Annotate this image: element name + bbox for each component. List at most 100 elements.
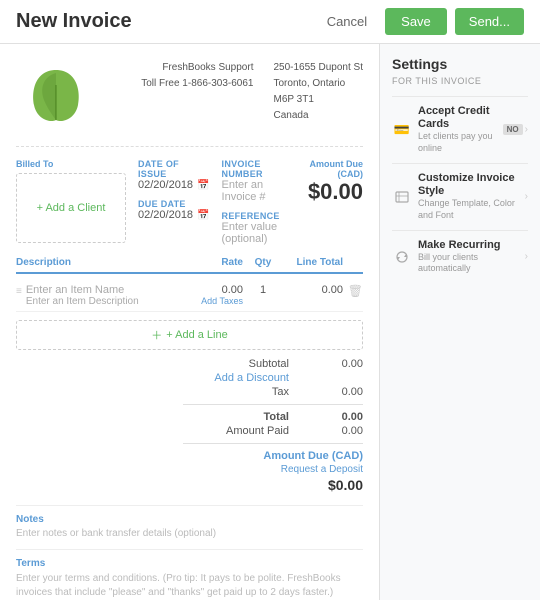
line-items-header: Description Rate Qty Line Total bbox=[16, 257, 363, 274]
header-actions: Cancel Save Send... bbox=[317, 8, 524, 35]
credit-cards-label: Accept Credit Cards bbox=[418, 105, 503, 131]
totals-section: Subtotal 0.00 Add a Discount Tax 0.00 To… bbox=[16, 358, 363, 493]
item-description-input[interactable]: Enter an Item Description bbox=[26, 296, 173, 307]
settings-credit-cards-content: Accept Credit Cards Let clients pay you … bbox=[418, 105, 503, 155]
total-row: Total 0.00 bbox=[189, 411, 363, 423]
terms-label[interactable]: Terms bbox=[16, 558, 363, 569]
notes-label[interactable]: Notes bbox=[16, 514, 363, 525]
terms-section: Terms Enter your terms and conditions. (… bbox=[16, 549, 363, 600]
chevron-right-icon-3: › bbox=[525, 251, 528, 262]
invoice-date-fields: Date of Issue 02/20/2018 📅 Due Date 02/2… bbox=[138, 159, 210, 245]
line-item-row: ≡ Enter an Item Name Enter an Item Descr… bbox=[16, 280, 363, 312]
company-name-toll-free: FreshBooks Support Toll Free 1-866-303-6… bbox=[141, 60, 253, 124]
rate-header: Rate bbox=[173, 257, 243, 268]
send-button[interactable]: Send... bbox=[455, 8, 524, 35]
recurring-label: Make Recurring bbox=[418, 239, 525, 252]
due-date-label: Due Date bbox=[138, 199, 210, 209]
billed-to-label: Billed To bbox=[16, 159, 126, 169]
style-desc: Change Template, Color and Font bbox=[418, 198, 525, 221]
description-header: Description bbox=[16, 257, 173, 268]
chevron-right-icon: › bbox=[525, 124, 528, 135]
recurring-icon bbox=[392, 247, 412, 267]
due-date-value[interactable]: 02/20/2018 📅 bbox=[138, 209, 210, 221]
main-layout: FreshBooks Support Toll Free 1-866-303-6… bbox=[0, 44, 540, 600]
billed-to-section: Billed To + Add a Client bbox=[16, 159, 126, 245]
address-line1: 250-1655 Dupont St bbox=[273, 60, 363, 76]
company-info-section: FreshBooks Support Toll Free 1-866-303-6… bbox=[141, 60, 363, 124]
company-name: FreshBooks Support bbox=[141, 60, 253, 76]
header: New Invoice Cancel Save Send... bbox=[0, 0, 540, 44]
item-total-value: 0.00 bbox=[283, 284, 343, 296]
style-right: › bbox=[525, 191, 528, 202]
total-value: 0.00 bbox=[313, 411, 363, 423]
add-discount-link[interactable]: Add a Discount bbox=[189, 372, 289, 384]
item-rate-col: 0.00 Add Taxes bbox=[173, 284, 243, 306]
cancel-button[interactable]: Cancel bbox=[317, 8, 377, 35]
tax-value: 0.00 bbox=[313, 386, 363, 398]
date-of-issue-value[interactable]: 02/20/2018 📅 bbox=[138, 179, 210, 191]
company-logo bbox=[16, 60, 96, 130]
add-client-button[interactable]: + Add a Client bbox=[37, 202, 106, 214]
amount-due-label: Amount Due (CAD) bbox=[306, 159, 363, 179]
amount-due-section: Amount Due (CAD) $0.00 bbox=[306, 159, 363, 245]
tax-label: Tax bbox=[189, 386, 289, 398]
add-client-box[interactable]: + Add a Client bbox=[16, 173, 126, 243]
postal: M6P 3T1 bbox=[273, 92, 363, 108]
invoice-fields-row: Billed To + Add a Client Date of Issue 0… bbox=[16, 146, 363, 245]
settings-subtitle: FOR THIS INVOICE bbox=[392, 76, 528, 86]
terms-input[interactable]: Enter your terms and conditions. (Pro ti… bbox=[16, 572, 363, 600]
settings-item-credit-cards[interactable]: 💳 Accept Credit Cards Let clients pay yo… bbox=[392, 96, 528, 163]
page-title: New Invoice bbox=[16, 10, 317, 33]
add-line-label: + Add a Line bbox=[166, 329, 227, 341]
settings-panel: Settings FOR THIS INVOICE 💳 Accept Credi… bbox=[380, 44, 540, 600]
recurring-desc: Bill your clients automatically bbox=[418, 252, 525, 275]
reference-input[interactable]: Enter value (optional) bbox=[222, 221, 295, 245]
no-badge: NO bbox=[503, 124, 523, 135]
delete-col-header bbox=[343, 257, 363, 268]
invoice-number-input[interactable]: Enter an Invoice # bbox=[222, 179, 295, 203]
invoice-header: FreshBooks Support Toll Free 1-866-303-6… bbox=[16, 60, 363, 130]
calendar-icon-due: 📅 bbox=[197, 210, 209, 221]
country: Canada bbox=[273, 108, 363, 124]
add-line-button[interactable]: ＋ + Add a Line bbox=[16, 320, 363, 350]
subtotal-value: 0.00 bbox=[313, 358, 363, 370]
settings-item-recurring[interactable]: Make Recurring Bill your clients automat… bbox=[392, 230, 528, 284]
notes-input[interactable]: Enter notes or bank transfer details (op… bbox=[16, 528, 363, 539]
delete-line-icon[interactable]: 🗑 bbox=[343, 284, 363, 298]
amount-due-final-value: $0.00 bbox=[328, 477, 363, 493]
item-rate-value[interactable]: 0.00 bbox=[173, 284, 243, 296]
request-deposit-link[interactable]: Request a Deposit bbox=[263, 464, 363, 475]
amount-paid-row: Amount Paid 0.00 bbox=[189, 425, 363, 437]
item-desc-col: Enter an Item Name Enter an Item Descrip… bbox=[26, 284, 173, 307]
item-name-input[interactable]: Enter an Item Name bbox=[26, 284, 173, 296]
line-items-section: Description Rate Qty Line Total ≡ Enter … bbox=[16, 257, 363, 350]
credit-card-icon: 💳 bbox=[392, 120, 412, 140]
palette-icon bbox=[392, 187, 412, 207]
drag-handle-icon: ≡ bbox=[16, 286, 22, 297]
settings-title: Settings bbox=[392, 56, 528, 72]
totals-divider-2 bbox=[183, 443, 363, 444]
invoice-number-label: Invoice Number bbox=[222, 159, 295, 179]
invoice-number-field: Invoice Number Enter an Invoice # bbox=[222, 159, 295, 203]
amount-paid-value: 0.00 bbox=[313, 425, 363, 437]
reference-label: Reference bbox=[222, 211, 295, 221]
item-qty-value[interactable]: 1 bbox=[243, 284, 283, 296]
notes-section: Notes Enter notes or bank transfer detai… bbox=[16, 505, 363, 539]
subtotal-row: Subtotal 0.00 bbox=[189, 358, 363, 370]
style-label: Customize Invoice Style bbox=[418, 172, 525, 198]
add-line-plus-icon: ＋ bbox=[151, 327, 162, 343]
invoice-number-fields: Invoice Number Enter an Invoice # Refere… bbox=[222, 159, 295, 245]
chevron-right-icon-2: › bbox=[525, 191, 528, 202]
credit-cards-right: NO › bbox=[503, 124, 528, 135]
amount-paid-label: Amount Paid bbox=[189, 425, 289, 437]
invoice-area: FreshBooks Support Toll Free 1-866-303-6… bbox=[0, 44, 380, 600]
due-date-field: Due Date 02/20/2018 📅 bbox=[138, 199, 210, 221]
amount-due-value: $0.00 bbox=[306, 179, 363, 205]
save-button[interactable]: Save bbox=[385, 8, 447, 35]
final-amount-due-row: Amount Due (CAD) Request a Deposit $0.00 bbox=[263, 450, 363, 493]
company-address: 250-1655 Dupont St Toronto, Ontario M6P … bbox=[273, 60, 363, 124]
add-taxes-link[interactable]: Add Taxes bbox=[173, 296, 243, 306]
date-of-issue-label: Date of Issue bbox=[138, 159, 210, 179]
discount-value bbox=[313, 372, 363, 384]
settings-item-style[interactable]: Customize Invoice Style Change Template,… bbox=[392, 163, 528, 230]
